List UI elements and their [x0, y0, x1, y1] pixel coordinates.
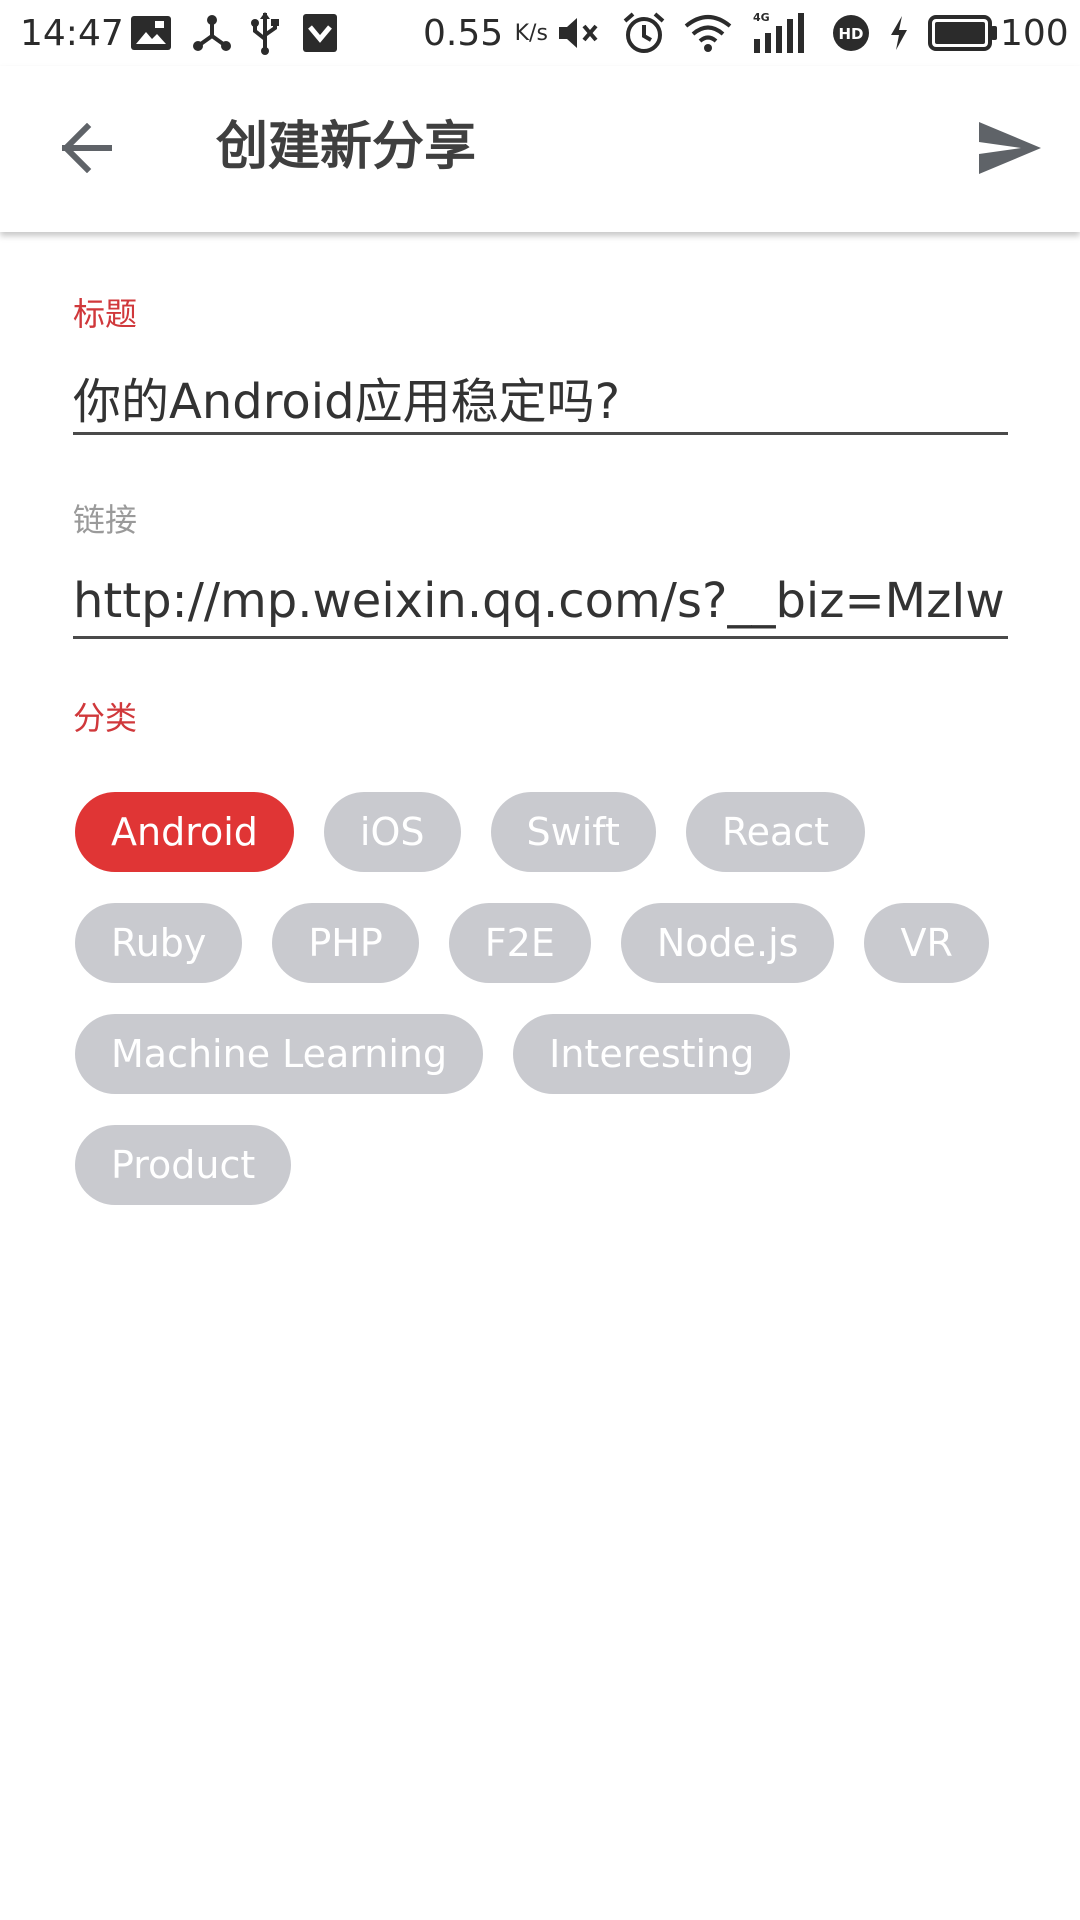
category-chip-vr[interactable]: VR [864, 903, 989, 983]
link-input[interactable] [73, 566, 1008, 639]
battery-level: 100 [1000, 12, 1069, 54]
shield-icon [302, 8, 338, 58]
image-notification-icon [130, 8, 172, 58]
network-speed-value: 0.55 [423, 12, 504, 54]
volume-mute-icon [557, 8, 601, 58]
title-label: 标题 [73, 295, 138, 333]
wifi-icon [684, 8, 732, 58]
network-speed: 0.55 K/s [423, 8, 548, 58]
category-chip-product[interactable]: Product [75, 1125, 292, 1205]
network-speed-unit: K/s [514, 20, 548, 46]
usb-icon [250, 8, 280, 58]
send-button[interactable] [968, 106, 1052, 190]
category-label: 分类 [73, 699, 138, 737]
category-chip-f2e[interactable]: F2E [448, 903, 591, 983]
screen: 14:47 0.55 K/s 4G HD 100 创建新分享 标题 你的Andr… [0, 0, 1080, 1920]
alarm-icon [622, 8, 666, 58]
category-chip-php[interactable]: PHP [272, 903, 419, 983]
link-label: 链接 [73, 501, 138, 539]
back-button[interactable] [44, 106, 128, 190]
signal-type-label: 4G [753, 11, 770, 24]
category-chip-interesting[interactable]: Interesting [513, 1014, 791, 1094]
category-chip-android[interactable]: Android [75, 792, 294, 872]
category-chip-ios[interactable]: iOS [323, 792, 461, 872]
send-icon [979, 122, 1041, 174]
status-time: 14:47 [20, 12, 124, 54]
cell-signal-icon: 4G [752, 8, 810, 58]
hd-badge-label: HD [838, 25, 863, 43]
share-node-icon [192, 8, 232, 58]
app-bar: 创建新分享 [0, 66, 1080, 232]
battery-icon [928, 8, 998, 58]
category-chip-swift[interactable]: Swift [490, 792, 656, 872]
category-chip-node-js[interactable]: Node.js [620, 903, 835, 983]
arrow-back-icon [61, 123, 112, 173]
category-chip-ruby[interactable]: Ruby [75, 903, 243, 983]
status-bar: 14:47 0.55 K/s 4G HD 100 [0, 0, 1080, 66]
charging-icon [888, 8, 910, 58]
category-chip-group: Android iOS Swift React Ruby PHP F2E Node.js VR M… [75, 792, 1015, 1205]
hd-voice-icon: HD [831, 8, 871, 58]
category-chip-machine-learning[interactable]: Machine Learning [75, 1014, 484, 1094]
title-input[interactable] [73, 362, 1008, 435]
category-chip-react[interactable]: React [685, 792, 866, 872]
page-title: 创建新分享 [216, 117, 477, 177]
